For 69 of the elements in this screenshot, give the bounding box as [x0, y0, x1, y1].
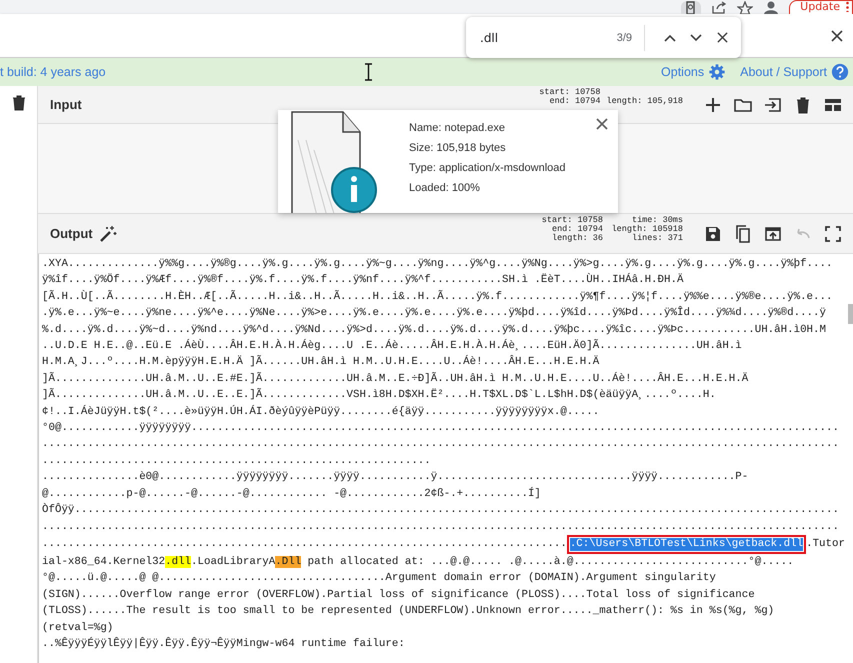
- output-text: (retval=%g): [42, 622, 114, 634]
- output-text: ...............è0@............ÿÿÿÿÿÿÿÿ.......ÿÿÿÿ...........ÿ..............................ÿÿÿÿ............P-: [42, 471, 748, 484]
- settings-icon[interactable]: [708, 63, 726, 81]
- output-text: ..U.D.E H.E..@..Eü.E .ÁèÙ....ÂH.E.H.À.H.Áèg....U .E..Áè.....ÂH.E.H.À.H.Áè¸....EüH.Ä0]Ã...............UH.âH.ì: [42, 340, 742, 352]
- find-field[interactable]: .dll: [480, 30, 617, 44]
- stat-text: start: 10758: [539, 88, 600, 97]
- scrollbar-thumb[interactable]: [848, 304, 853, 324]
- output-text: (SIGN)......Overflow range error (OVERFLOW).Partial loss of significance (PLOSS)....Total loss of significance: [42, 588, 755, 601]
- stat-text: length: 105918: [612, 225, 683, 234]
- output-text: °@.....ü.@.....@ @...................................Argument domain error (DOMAIN).Argument singularity: [42, 572, 716, 584]
- output-text: ÒfÔÿÿ......................................................................................................................: [42, 504, 839, 516]
- stat-text: time: 30ms: [632, 216, 683, 225]
- stat-text: end: 10794: [552, 225, 603, 234]
- output-text: %.d....ÿ%.d....ÿ%~d....ÿ%nd....ÿ%^d....ÿ%Nd....ÿ%>d....ÿ%.d....ÿ%.d....ÿ%.d....ÿ%þc....ÿ%îc....ÿ%Þc...........UH.âH.ì0H.M: [42, 324, 826, 336]
- file-detail-text: Size: 105,918 bytes: [409, 142, 507, 154]
- output-text: .LoadLibraryA: [191, 556, 276, 568]
- output-text: ]Ã..............UH.â.M..U..E..E.]Ã.............VSH.ì8H.D$XH.Ë²....H.T$XL.D$`L.L$hH.D$(èäüÿÿA¸....º....H.: [42, 389, 716, 402]
- support-link[interactable]: About / Support: [740, 63, 849, 81]
- output-text: ...........................................................................................................................: [42, 438, 839, 450]
- output-text: ..%ÊÿÿÿÉÿÿlÊÿÿ|Êÿÿ.Êÿÿ.Êÿÿ¬ÊÿÿMingw-w64 runtime failure:: [42, 638, 405, 650]
- star-icon[interactable]: [737, 1, 754, 14]
- stat-text: length: 105,918: [606, 97, 683, 106]
- magic-wand-icon[interactable]: [98, 224, 117, 242]
- output-text: °0@............ÿÿÿÿÿÿÿÿ....................................................................................................: [42, 422, 839, 434]
- close-icon[interactable]: [831, 30, 843, 42]
- text-cursor-icon: [364, 63, 373, 81]
- chevron-down-icon[interactable]: [690, 34, 702, 42]
- output-text: .ÿ%.e...ÿ%~e....ÿ%ne....ÿ%^e....ÿ%Ne....ÿ%>e....ÿ%.e....ÿ%.e....ÿ%.e....ÿ%þd....ÿ%îd....ÿ%Þd....ÿ%Îd....ÿ%¾d....ÿ%®d....ÿ: [42, 307, 826, 320]
- help-icon[interactable]: [831, 63, 849, 81]
- output-text: ............................................................: [42, 454, 431, 467]
- output-text: @............p-@......-@......-@............ -@............2¢ß-.+..........Í]: [42, 488, 541, 500]
- current-match: .Dll: [275, 556, 302, 568]
- output-text: (TLOSS)......The result is too small to be represented (UNDERFLOW).Unknown error....._matherr(): %s in %s(%g, %g): [42, 605, 774, 618]
- output-title: Output: [50, 226, 93, 241]
- profile-icon[interactable]: [763, 1, 780, 14]
- chevron-up-icon[interactable]: [664, 34, 676, 42]
- output-text: .XYA..............ÿ%%g....ÿ%®g....ÿ%.g....ÿ%.g....ÿ%~g....ÿ%ng....ÿ%^g....ÿ%Ng....ÿ%>g....ÿ%.g....ÿ%.g....ÿ%.g....ÿ%þf....: [42, 258, 832, 270]
- output-text: ¢!..I.ÁèJüÿÿH.t$(²....è»üÿÿH.ÚH.ÁI.ðèýûÿÿèPüÿÿ........é{äÿÿ...........ÿÿÿÿÿÿÿÿx.@.....: [42, 406, 600, 418]
- update-button[interactable]: Update: [789, 0, 853, 14]
- output-text: ]Ã..............UH.â.M..U..E.#E.]Ã.............UH.â.M..E.÷Ð]Ã..UH.âH.ì H.M..U.H.E....U..Áè!....ÂH.E...H.E.H.Ä: [42, 372, 748, 385]
- output-text: ...........................................................................................................................: [42, 520, 839, 532]
- build-info[interactable]: t build: 4 years ago: [0, 65, 648, 79]
- output-text: path allocated at: ...@.@..... .@.....à.@...........................°@.....: [306, 556, 794, 568]
- output-text: [Ã.H..Ù[..Ã........H.ÈH..Æ[..Ã.....H..i&..H..Ã.....H..i&..H..Ã.....ÿ%.f............ÿ%¶f....ÿ%¦f....ÿ%%e....ÿ%®e....ÿ%.e...: [42, 290, 832, 303]
- file-detail-text: Loaded: 100%: [409, 182, 481, 194]
- search-page-icon[interactable]: [681, 1, 702, 14]
- output-text: H.M.A¸J...º....H.M.èpÿÿÿH.E.H.Ä ]Ã......UH.âH.ì H.M..U.H.E....U..Áè!....ÂH.E...H.E.H.Ä: [42, 356, 600, 368]
- selected-text: .C:\Users\BTLOTest\Links\getback.dll: [566, 534, 806, 554]
- output-text: ÿ%îf....ÿ%Öf....ÿ%Æf....ÿ%®f....ÿ%.f....ÿ%.f....ÿ%nf....ÿ%^f...........SH.ì .ËèT....ÙH..IHÁâ.H.ÐH.Ä: [42, 274, 684, 286]
- output-text: ial-x86_64.Kernel32: [42, 556, 166, 568]
- stat-text: start: 10758: [542, 216, 603, 225]
- share-icon[interactable]: [711, 1, 728, 14]
- file-detail-text: Type: application/x-msdownload: [409, 162, 566, 174]
- close-icon[interactable]: [716, 32, 728, 43]
- input-title: Input: [50, 97, 82, 112]
- stat-text: end: 10794: [549, 97, 600, 106]
- stat-text: length: 36: [552, 234, 603, 243]
- copy-icon[interactable]: [733, 224, 753, 244]
- more-icon[interactable]: [846, 1, 849, 12]
- file-detail-text: Name: notepad.exe: [409, 122, 506, 134]
- match-count: 3/9: [616, 32, 632, 44]
- output-text: .Tutor: [806, 538, 845, 550]
- search-match: .dll: [165, 556, 192, 568]
- close-icon[interactable]: [596, 118, 608, 130]
- output-text: .................................................................................: [42, 538, 567, 550]
- options-link[interactable]: Options: [661, 63, 726, 81]
- fullscreen-icon[interactable]: [823, 224, 843, 244]
- trash-icon[interactable]: [12, 95, 26, 111]
- stat-text: lines: 371: [632, 234, 683, 243]
